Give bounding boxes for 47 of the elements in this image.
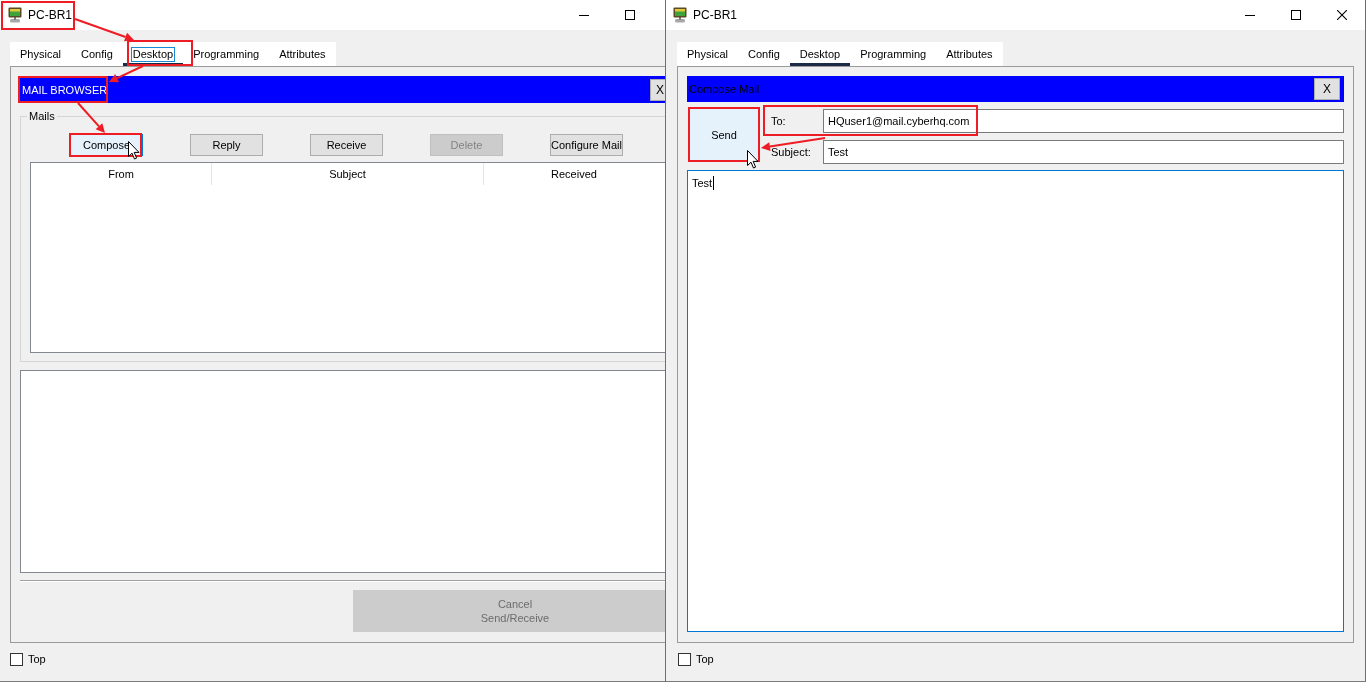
tab[interactable]: Config [737,42,790,66]
input-field[interactable]: HQuser1@mail.cyberhq.com [823,109,1344,133]
window-title: PC-BR1 [28,8,72,22]
tab[interactable]: Physical [677,42,738,66]
annotation-arrow [74,18,134,42]
window-title: PC-BR1 [693,8,737,22]
computer-icon [7,7,23,23]
checkbox[interactable] [10,653,23,666]
checkbox-label: Top [28,653,46,666]
message-body-field[interactable]: Test [687,170,1344,632]
maximize-icon [625,10,635,20]
tab[interactable]: Programming [183,42,270,66]
tab[interactable]: Physical [10,42,71,66]
close-icon [1337,10,1347,20]
tab[interactable]: Programming [850,42,937,66]
column-header: Received [550,167,598,182]
input-field[interactable]: Test [823,140,1344,164]
computer-icon [672,7,688,23]
action-button[interactable]: Reply [190,134,263,156]
app-title: MAIL BROWSER [22,83,108,96]
minimize-icon [579,14,589,16]
message-text: Test [692,176,715,190]
close-button[interactable]: X [1314,78,1340,100]
column-header: From [31,163,212,185]
action-button[interactable]: Receive [310,134,383,156]
highlight-frame [688,107,760,162]
tab[interactable]: Config [70,42,123,66]
action-button[interactable]: Configure Mail [550,134,623,156]
mouse-pointer-icon [747,150,759,169]
annotation-arrow [77,102,105,133]
group-label: Mails [28,110,56,123]
field-label: To: [771,115,787,127]
minimize-icon [1245,14,1255,16]
tab[interactable]: Attributes [936,42,1003,66]
checkbox[interactable] [678,653,691,666]
close-button[interactable]: X [650,78,665,101]
app-title: Compose Mail [689,83,760,95]
tab[interactable]: Desktop [122,42,184,66]
tab[interactable]: Desktop [789,42,851,66]
checkbox-label: Top [696,653,714,666]
highlight-frame [127,40,193,66]
annotation-arrow [109,65,144,83]
maximize-icon [1291,10,1301,20]
column-header: Subject [212,163,484,185]
field-label: Subject: [771,146,812,158]
mouse-pointer-icon [128,141,140,160]
tab[interactable]: Attributes [269,42,336,66]
